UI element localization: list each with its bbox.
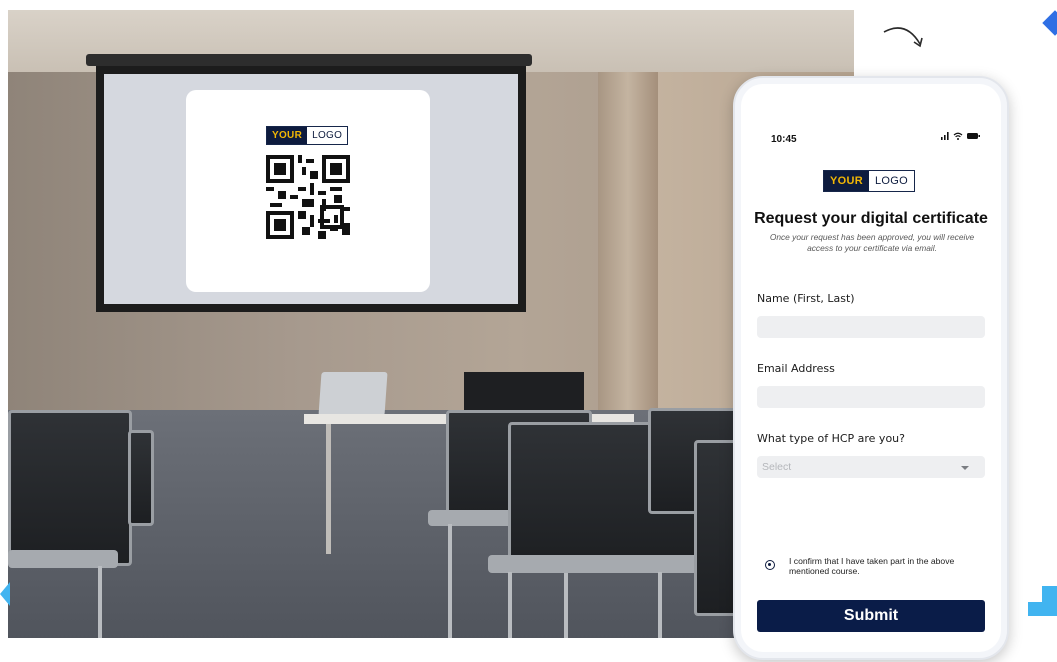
decorative-triangle [0,582,10,606]
confirm-radio[interactable] [765,560,775,570]
screen-logo-part1: YOUR [267,127,308,144]
chair-leg [98,566,102,638]
chair-seat [488,555,698,573]
confirm-text: I confirm that I have taken part in the … [789,556,955,576]
screen-logo-part2: LOGO [307,127,348,144]
chair-leg [658,572,662,638]
hcp-type-selected: Select [762,461,792,473]
tv-monitor [464,372,584,414]
chair-leg [508,572,512,638]
hcp-type-select[interactable]: Select [757,456,985,478]
signal-icon [941,132,949,140]
wifi-icon [953,132,963,140]
submit-button[interactable]: Submit [757,600,985,632]
status-icons [941,132,980,140]
qr-code-icon [266,155,350,239]
name-label: Name (First, Last) [757,292,855,305]
decorative-diamond [1042,10,1057,36]
chair-leg [448,524,452,638]
decorative-corner-shape [1028,586,1057,616]
classroom-photo: YOUR LOGO [8,10,854,638]
pillar [598,30,658,450]
chair [8,410,132,566]
phone-logo-part2: LOGO [868,171,914,191]
hcp-type-label: What type of HCP are you? [757,432,905,445]
email-field[interactable] [757,386,985,408]
email-label: Email Address [757,362,835,375]
page-subtitle: Once your request has been approved, you… [769,232,975,253]
status-time: 10:45 [771,134,797,145]
curved-arrow-icon [883,27,923,48]
page-title: Request your digital certificate [754,210,988,227]
chair [128,430,154,526]
battery-icon [967,133,980,139]
name-field[interactable] [757,316,985,338]
phone-logo-part1: YOUR [824,171,869,191]
phone-mockup: 10:45 YOUR LOGO Request your digital cer… [733,76,1009,660]
laptop [318,372,388,416]
dropdown-caret-icon [961,466,969,470]
screen-logo: YOUR LOGO [266,126,349,145]
projector-screen-bar [86,54,532,66]
phone-logo: YOUR LOGO [823,170,915,192]
table-leg [326,424,331,554]
